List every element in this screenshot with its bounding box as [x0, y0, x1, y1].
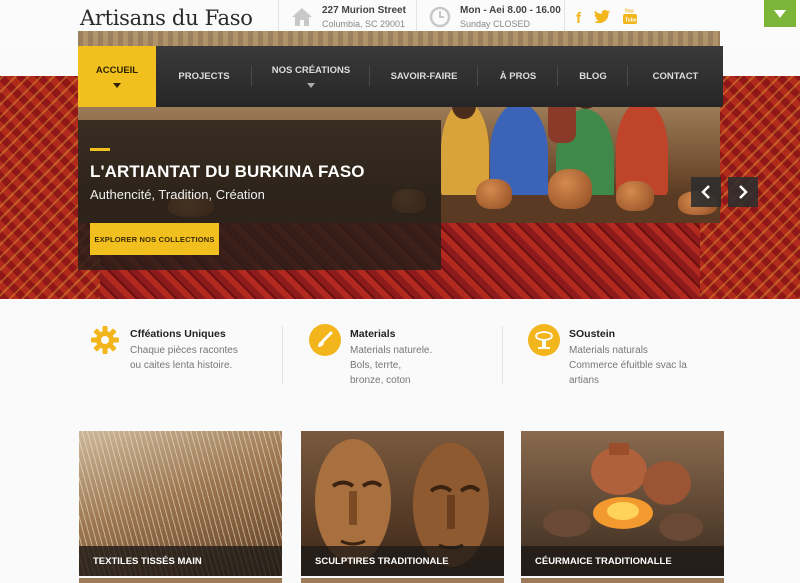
main-nav: ACCUEIL PROJECTS NOS CRÉATIONS SAVOIR-FA… — [78, 46, 723, 107]
chevron-left-icon — [701, 185, 710, 199]
card-textiles[interactable]: TEXTILES TISSÉS MAIN — [79, 431, 282, 576]
address-street: 227 Murion Street — [322, 5, 406, 16]
youtube-icon[interactable]: You Tube — [623, 8, 637, 28]
caption-accent-line — [90, 148, 110, 151]
nav-item-label: CONTACT — [652, 71, 699, 82]
nav-item-projects[interactable]: PROJECTS — [156, 46, 252, 107]
feature-divider — [502, 326, 503, 384]
feature-soustein: SOustein Materials naturals Commerce éfu… — [528, 324, 687, 388]
card-row-edge — [79, 578, 282, 583]
baobab-icon — [528, 324, 560, 356]
hours-sunday: Sunday CLOSED — [460, 19, 531, 29]
feature-unique-creations: Cfféations Uniques Chaque pièces raconte… — [89, 324, 238, 373]
nav-item-a-pros[interactable]: À PROS — [478, 46, 558, 107]
chevron-down-icon — [307, 83, 315, 88]
nav-item-contact[interactable]: CONTACT — [628, 46, 723, 107]
feature-title: Materials — [350, 328, 396, 340]
hero-title: L'ARTIANTAT DU BURKINA FASO — [90, 162, 365, 181]
gear-icon — [89, 324, 121, 356]
feature-desc: Materials naturals Commerce éfuitble sva… — [569, 345, 687, 386]
card-row-edge — [521, 578, 724, 583]
hours-block: Mon - Aei 8.00 - 16.00 Sunday CLOSED — [428, 5, 561, 29]
nav-item-savoir-faire[interactable]: SAVOIR-FAIRE — [370, 46, 478, 107]
nav-item-label: SAVOIR-FAIRE — [390, 71, 458, 82]
nav-item-label: À PROS — [499, 71, 537, 82]
explore-collections-button[interactable]: EXPLORER NOS COLLECTIONS — [90, 223, 219, 255]
twitter-icon[interactable] — [594, 9, 610, 27]
feature-desc: Materials naturele. Bols, terrte, bronze… — [350, 345, 433, 386]
facebook-icon[interactable]: f — [576, 10, 581, 27]
feature-title: Cfféations Uniques — [130, 328, 226, 340]
card-row-edge — [301, 578, 504, 583]
nav-item-label: NOS CRÉATIONS — [271, 65, 351, 76]
nav-item-accueil[interactable]: ACCUEIL — [78, 46, 156, 107]
hero-subtitle: Authencité, Tradition, Création — [90, 187, 265, 202]
corner-toggle-button[interactable] — [764, 0, 796, 27]
nav-item-blog[interactable]: BLOG — [558, 46, 628, 107]
social-links: f You Tube — [576, 8, 637, 28]
brush-icon — [309, 324, 341, 356]
nav-item-nos-creations[interactable]: NOS CRÉATIONS — [252, 46, 370, 107]
address-block: 227 Murion Street Columbia, SC 29001 — [290, 5, 406, 29]
feature-desc: Chaque pièces racontes ou caites lenta h… — [130, 345, 238, 371]
card-ceramics[interactable]: CÉURMAICE TRADITIONALLE — [521, 431, 724, 576]
feature-divider — [282, 326, 283, 384]
svg-text:Tube: Tube — [625, 18, 637, 24]
hours-weekday: Mon - Aei 8.00 - 16.00 — [460, 5, 561, 16]
chevron-right-icon — [739, 185, 748, 199]
hero-caption: L'ARTIANTAT DU BURKINA FASO Authencité, … — [78, 120, 441, 270]
address-city: Columbia, SC 29001 — [322, 19, 406, 29]
clock-icon — [428, 5, 452, 29]
chevron-down-icon — [774, 9, 786, 18]
nav-item-label: BLOG — [579, 71, 607, 82]
feature-title: SOustein — [569, 328, 616, 340]
chevron-down-icon — [113, 83, 121, 88]
slider-prev-button[interactable] — [691, 177, 721, 207]
nav-item-label: PROJECTS — [178, 71, 230, 82]
card-caption: SCULPTIRES TRADITIONALE — [301, 546, 504, 576]
feature-materials: Materials Materials naturele. Bols, terr… — [309, 324, 432, 388]
nav-item-label: ACCUEIL — [95, 65, 139, 76]
logo-title: Artisans du Faso — [80, 6, 253, 30]
card-caption: TEXTILES TISSÉS MAIN — [79, 546, 282, 576]
home-icon — [290, 5, 314, 29]
slider-next-button[interactable] — [728, 177, 758, 207]
svg-text:You: You — [625, 9, 634, 15]
card-sculptures[interactable]: SCULPTIRES TRADITIONALE — [301, 431, 504, 576]
card-caption: CÉURMAICE TRADITIONALLE — [521, 546, 724, 576]
